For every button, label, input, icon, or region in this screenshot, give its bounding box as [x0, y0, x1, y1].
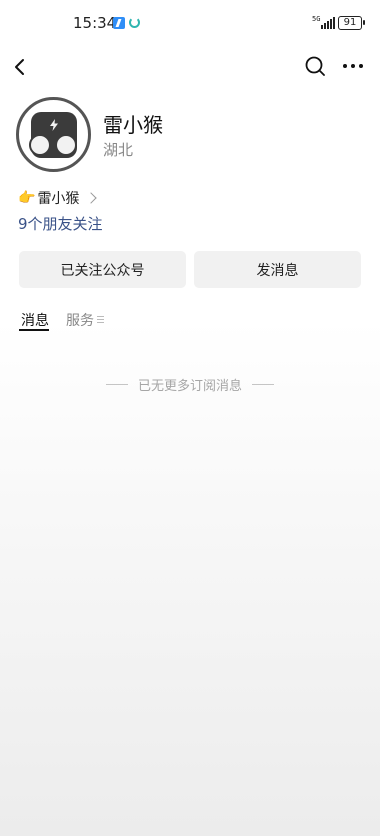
account-region: 湖北	[103, 141, 134, 159]
status-bar: 15:34 5G 91	[0, 0, 380, 48]
signal-icon	[321, 17, 335, 29]
menu-lines-icon	[97, 316, 104, 323]
tab-messages[interactable]: 消息	[21, 310, 49, 330]
network-type: 5G	[312, 15, 321, 23]
mention-name: 雷小猴	[37, 191, 80, 207]
chevron-right-icon	[85, 192, 98, 204]
avatar-logo-icon	[29, 112, 77, 158]
battery-icon: 91	[338, 16, 365, 30]
sync-icon	[129, 17, 140, 28]
send-message-button[interactable]: 发消息	[194, 251, 361, 288]
end-note-text: 已无更多订阅消息	[137, 379, 242, 394]
friends-following-link[interactable]: 9个朋友关注	[18, 213, 103, 234]
end-of-list-note: 已无更多订阅消息	[0, 375, 380, 394]
account-name: 雷小猴	[103, 113, 163, 137]
charging-bolt-icon	[113, 17, 125, 29]
status-time: 15:34	[73, 14, 117, 32]
mention-row[interactable]: 👉 雷小猴	[18, 188, 98, 208]
tab-service[interactable]: 服务	[66, 310, 94, 330]
divider	[252, 384, 274, 385]
search-icon[interactable]	[305, 56, 325, 78]
followed-account-button[interactable]: 已关注公众号	[19, 251, 186, 288]
avatar[interactable]	[16, 97, 91, 172]
divider	[105, 384, 128, 385]
active-tab-indicator	[19, 329, 49, 331]
back-icon[interactable]	[10, 56, 32, 78]
more-horizontal-icon[interactable]	[343, 64, 363, 70]
pointing-hand-icon: 👉	[18, 190, 36, 206]
